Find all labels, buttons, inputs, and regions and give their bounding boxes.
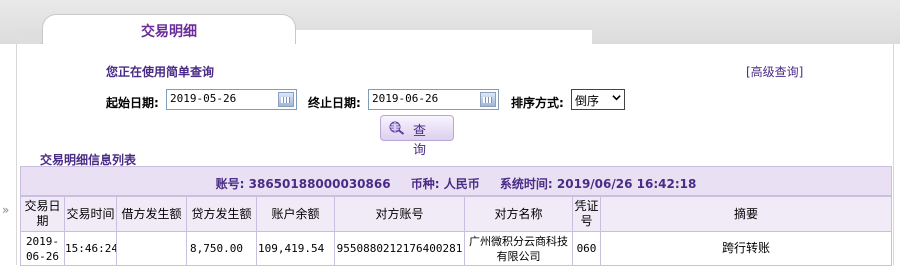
cell-debit (116, 231, 187, 266)
end-date-input[interactable]: 2019-06-26 (368, 89, 499, 110)
tab-title: 交易明细 (141, 24, 197, 40)
cell-counter-account: 9550880212176400281 (334, 231, 465, 266)
cell-time: 15:46:24 (64, 231, 117, 266)
account-number: 账号: 38650188000030866 (215, 177, 391, 191)
col-header-counter-account: 对方账号 (334, 196, 465, 232)
col-header-credit: 贷方发生额 (186, 196, 257, 232)
tab-transaction-detail[interactable]: 交易明细 (42, 14, 296, 45)
cell-credit: 8,750.00 (186, 231, 257, 266)
magnifier-globe-icon (389, 121, 405, 135)
col-header-date: 交易日期 (20, 196, 65, 232)
end-date-label: 终止日期: (308, 96, 361, 110)
transaction-table: 交易日期 交易时间 借方发生额 贷方发生额 账户余额 对方账号 对方名称 凭证号… (20, 196, 892, 266)
cell-summary: 跨行转账 (600, 231, 892, 266)
sort-label: 排序方式: (511, 96, 564, 110)
calendar-icon[interactable] (480, 92, 496, 107)
tab-shoulder-right (292, 30, 592, 45)
start-date-label: 起始日期: (106, 96, 159, 110)
query-mode-hint: 您正在使用简单查询 (106, 65, 215, 79)
calendar-icon[interactable] (278, 92, 294, 107)
cell-voucher: 060 (572, 231, 601, 266)
currency: 币种: 人民币 (410, 177, 480, 191)
account-info-bar: 账号: 38650188000030866 币种: 人民币 系统时间: 2019… (20, 166, 892, 196)
col-header-counter-name: 对方名称 (464, 196, 573, 232)
table-row[interactable]: 2019-06-26 15:46:24 8,750.00 109,419.54 … (20, 231, 892, 266)
query-button[interactable]: 查 询 (380, 115, 454, 158)
chevron-down-icon (612, 95, 621, 101)
advanced-query-link[interactable]: [高级查询] (746, 63, 803, 80)
expand-arrow-icon[interactable]: » (2, 203, 9, 217)
sort-select[interactable]: 倒序 (571, 89, 625, 110)
col-header-balance: 账户余额 (256, 196, 335, 232)
cell-counter-name: 广州微积分云商科技有限公司 (464, 231, 573, 266)
end-date-value: 2019-06-26 (372, 92, 439, 105)
cell-date: 2019-06-26 (20, 231, 65, 266)
cell-balance: 109,419.54 (256, 231, 335, 266)
col-header-voucher: 凭证号 (572, 196, 601, 232)
table-header-row: 交易日期 交易时间 借方发生额 贷方发生额 账户余额 对方账号 对方名称 凭证号… (20, 196, 892, 232)
start-date-value: 2019-05-26 (170, 92, 237, 105)
sort-value: 倒序 (575, 94, 600, 108)
start-date-input[interactable]: 2019-05-26 (166, 89, 297, 110)
query-button-label: 查 询 (413, 124, 431, 158)
col-header-summary: 摘要 (600, 196, 892, 232)
system-time: 系统时间: 2019/06/26 16:42:18 (499, 177, 697, 191)
col-header-time: 交易时间 (64, 196, 117, 232)
col-header-debit: 借方发生额 (116, 196, 187, 232)
